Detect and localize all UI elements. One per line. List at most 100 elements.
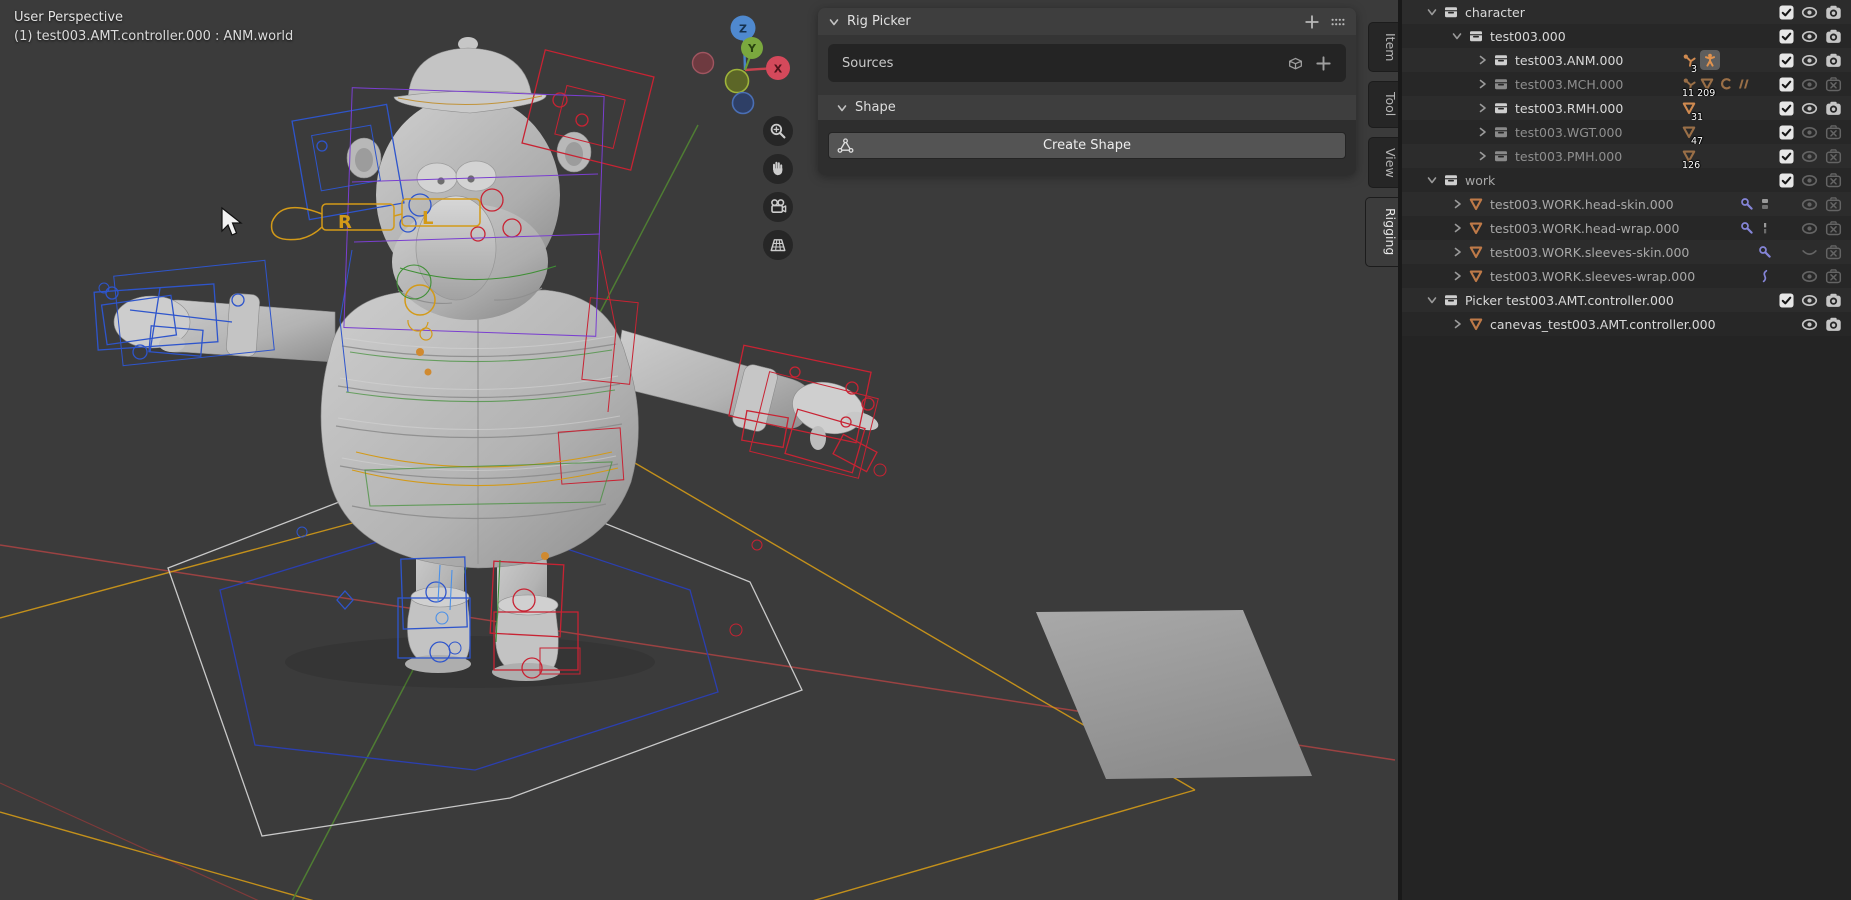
eye-icon[interactable] xyxy=(1801,100,1818,117)
checkbox-icon[interactable] xyxy=(1779,29,1794,44)
outliner-row-picker[interactable]: Picker test003.AMT.controller.000 xyxy=(1402,288,1851,312)
perspective-toggle-button[interactable] xyxy=(763,230,793,260)
outliner-item-label[interactable]: character xyxy=(1465,5,1525,20)
eye-closed-icon[interactable] xyxy=(1801,244,1818,261)
shape-subpanel-header[interactable]: Shape xyxy=(818,95,1356,120)
checkbox-icon[interactable] xyxy=(1779,149,1794,164)
outliner-item-label[interactable]: canevas_test003.AMT.controller.000 xyxy=(1490,317,1716,332)
eye-icon[interactable] xyxy=(1801,124,1818,141)
outliner-row-head-wrap[interactable]: test003.WORK.head-wrap.000 xyxy=(1402,216,1851,240)
checkbox-icon[interactable] xyxy=(1779,173,1794,188)
outliner-item-label[interactable]: test003.WGT.000 xyxy=(1515,125,1622,140)
tab-item[interactable]: Item xyxy=(1368,22,1398,72)
camera-disabled-icon[interactable] xyxy=(1825,220,1842,237)
outliner-item-label[interactable]: test003.PMH.000 xyxy=(1515,149,1622,164)
camera-view-button[interactable] xyxy=(763,192,793,222)
chevron-right-icon[interactable] xyxy=(1451,198,1463,210)
outliner-item-label[interactable]: Picker test003.AMT.controller.000 xyxy=(1465,293,1674,308)
eye-icon[interactable] xyxy=(1801,196,1818,213)
outliner-item-label[interactable]: test003.WORK.head-skin.000 xyxy=(1490,197,1674,212)
camera-icon[interactable] xyxy=(1825,292,1842,309)
chevron-right-icon[interactable] xyxy=(1476,150,1488,162)
camera-disabled-icon[interactable] xyxy=(1825,244,1842,261)
eye-icon[interactable] xyxy=(1801,220,1818,237)
zoom-button[interactable] xyxy=(763,116,793,146)
outliner-row-canevas[interactable]: canevas_test003.AMT.controller.000 xyxy=(1402,312,1851,336)
camera-disabled-icon[interactable] xyxy=(1825,76,1842,93)
checkbox-icon[interactable] xyxy=(1779,77,1794,92)
gizmo-neg-y-ball[interactable] xyxy=(726,70,749,93)
eye-icon[interactable] xyxy=(1801,316,1818,333)
camera-disabled-icon[interactable] xyxy=(1825,268,1842,285)
checkbox-icon[interactable] xyxy=(1779,53,1794,68)
tab-tool[interactable]: Tool xyxy=(1368,81,1398,127)
eye-icon[interactable] xyxy=(1801,172,1818,189)
camera-icon[interactable] xyxy=(1825,4,1842,21)
chevron-right-icon[interactable] xyxy=(1451,318,1463,330)
chevron-right-icon[interactable] xyxy=(1476,78,1488,90)
outliner-item-label[interactable]: test003.WORK.head-wrap.000 xyxy=(1490,221,1679,236)
outliner-row-character[interactable]: character xyxy=(1402,0,1851,24)
sources-field[interactable]: Sources xyxy=(828,44,1346,82)
tab-rigging[interactable]: Rigging xyxy=(1365,197,1398,266)
viewport-3d[interactable]: R L User Perspective (1) test003.AMT.con… xyxy=(0,0,1400,900)
gizmo-neg-z-ball[interactable] xyxy=(733,93,754,114)
outliner-row-work[interactable]: work xyxy=(1402,168,1851,192)
picker-canvas-plane[interactable] xyxy=(1036,610,1312,779)
eye-icon[interactable] xyxy=(1801,28,1818,45)
chevron-right-icon[interactable] xyxy=(1476,54,1488,66)
chevron-right-icon[interactable] xyxy=(1451,270,1463,282)
outliner-item-label[interactable]: test003.WORK.sleeves-wrap.000 xyxy=(1490,269,1695,284)
outliner-row-head-skin[interactable]: test003.WORK.head-skin.000 xyxy=(1402,192,1851,216)
camera-icon[interactable] xyxy=(1825,316,1842,333)
camera-icon[interactable] xyxy=(1825,100,1842,117)
camera-icon[interactable] xyxy=(1825,52,1842,69)
eye-icon[interactable] xyxy=(1801,52,1818,69)
outliner-row-rmh[interactable]: test003.RMH.000 31 xyxy=(1402,96,1851,120)
chevron-down-icon[interactable] xyxy=(1426,6,1438,18)
outliner-item-label[interactable]: test003.ANM.000 xyxy=(1515,53,1623,68)
checkbox-icon[interactable] xyxy=(1779,101,1794,116)
outliner-row-wgt[interactable]: test003.WGT.000 47 xyxy=(1402,120,1851,144)
camera-icon[interactable] xyxy=(1825,28,1842,45)
camera-disabled-icon[interactable] xyxy=(1825,172,1842,189)
outliner-item-label[interactable]: test003.000 xyxy=(1490,29,1566,44)
outliner-row-test003[interactable]: test003.000 xyxy=(1402,24,1851,48)
eye-icon[interactable] xyxy=(1801,268,1818,285)
outliner-item-label[interactable]: test003.WORK.sleeves-skin.000 xyxy=(1490,245,1689,260)
eye-icon[interactable] xyxy=(1801,4,1818,21)
eye-icon[interactable] xyxy=(1801,148,1818,165)
add-source-plus-icon[interactable] xyxy=(1315,55,1332,72)
chevron-right-icon[interactable] xyxy=(1451,246,1463,258)
outliner-item-label[interactable]: test003.RMH.000 xyxy=(1515,101,1623,116)
chevron-down-icon[interactable] xyxy=(1426,174,1438,186)
outliner-row-sleeves-wrap[interactable]: test003.WORK.sleeves-wrap.000 xyxy=(1402,264,1851,288)
eye-icon[interactable] xyxy=(1801,76,1818,93)
outliner-item-label[interactable]: test003.MCH.000 xyxy=(1515,77,1623,92)
plus-icon[interactable] xyxy=(1304,14,1320,30)
checkbox-icon[interactable] xyxy=(1779,5,1794,20)
chevron-down-icon[interactable] xyxy=(1451,30,1463,42)
chevron-down-icon[interactable] xyxy=(1426,294,1438,306)
gizmo-neg-x-ball[interactable] xyxy=(693,53,714,74)
pan-button[interactable] xyxy=(763,154,793,184)
outliner-row-sleeves-skin[interactable]: test003.WORK.sleeves-skin.000 xyxy=(1402,240,1851,264)
camera-disabled-icon[interactable] xyxy=(1825,196,1842,213)
outliner-row-mch[interactable]: test003.MCH.000 11 209 xyxy=(1402,72,1851,96)
tab-view[interactable]: View xyxy=(1368,137,1398,189)
chevron-right-icon[interactable] xyxy=(1451,222,1463,234)
navigation-gizmo[interactable]: Z Y X xyxy=(688,8,803,120)
drag-dots-icon[interactable] xyxy=(1330,14,1346,30)
create-shape-button[interactable]: Create Shape xyxy=(828,132,1346,159)
chevron-right-icon[interactable] xyxy=(1476,126,1488,138)
checkbox-icon[interactable] xyxy=(1779,293,1794,308)
eye-icon[interactable] xyxy=(1801,292,1818,309)
outliner-row-pmh[interactable]: test003.PMH.000 126 xyxy=(1402,144,1851,168)
camera-disabled-icon[interactable] xyxy=(1825,124,1842,141)
camera-disabled-icon[interactable] xyxy=(1825,148,1842,165)
outliner-item-label[interactable]: work xyxy=(1465,173,1495,188)
rig-picker-panel-header[interactable]: Rig Picker xyxy=(818,8,1356,35)
armature-object-active-icon[interactable] xyxy=(1700,50,1720,70)
outliner-row-anm[interactable]: test003.ANM.000 3 xyxy=(1402,48,1851,72)
chevron-right-icon[interactable] xyxy=(1476,102,1488,114)
